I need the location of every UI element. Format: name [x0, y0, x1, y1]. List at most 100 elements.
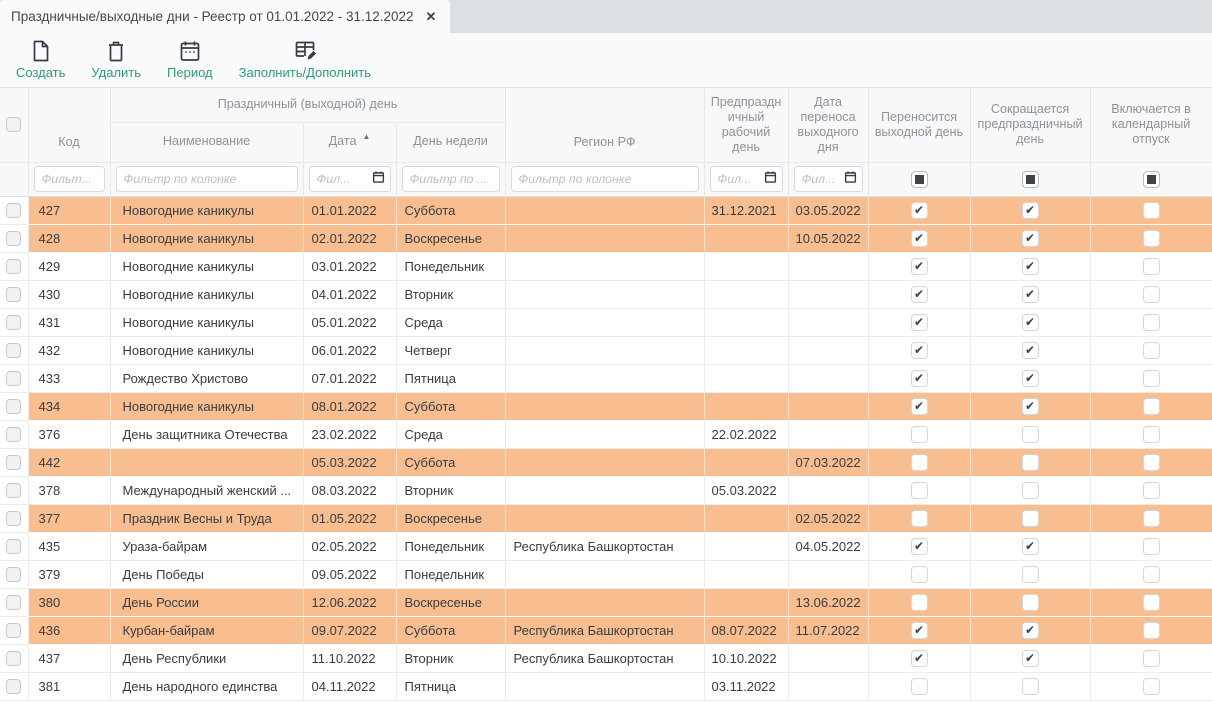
row-select-checkbox[interactable]: [6, 315, 21, 330]
bool-checkbox[interactable]: [911, 454, 928, 471]
bool-checkbox[interactable]: [1022, 594, 1039, 611]
tab-holidays-registry[interactable]: Праздничные/выходные дни - Реестр от 01.…: [0, 0, 450, 33]
bool-checkbox[interactable]: [1022, 482, 1039, 499]
table-row[interactable]: 376День защитника Отечества23.02.2022Сре…: [0, 420, 1212, 448]
column-header-moved[interactable]: Переносится выходной день: [868, 88, 970, 162]
bool-checkbox[interactable]: [1143, 202, 1160, 219]
table-row[interactable]: 435Ураза-байрам02.05.2022ПонедельникРесп…: [0, 532, 1212, 560]
bool-checkbox[interactable]: [1143, 342, 1160, 359]
bool-checkbox[interactable]: [911, 678, 928, 695]
bool-checkbox[interactable]: [1022, 258, 1039, 275]
row-select-checkbox[interactable]: [6, 259, 21, 274]
filter-shortened-checkbox[interactable]: [1022, 171, 1039, 188]
bool-checkbox[interactable]: [1022, 398, 1039, 415]
bool-checkbox[interactable]: [1022, 314, 1039, 331]
table-row[interactable]: 437День Республики11.10.2022ВторникРеспу…: [0, 644, 1212, 672]
row-select-checkbox[interactable]: [6, 539, 21, 554]
bool-checkbox[interactable]: [911, 538, 928, 555]
column-header-region[interactable]: Регион РФ: [505, 88, 704, 162]
select-all-checkbox[interactable]: [6, 117, 21, 132]
bool-checkbox[interactable]: [911, 202, 928, 219]
bool-checkbox[interactable]: [1022, 538, 1039, 555]
table-row[interactable]: 429Новогодние каникулы03.01.2022Понедель…: [0, 252, 1212, 280]
create-button[interactable]: Создать: [16, 39, 65, 80]
bool-checkbox[interactable]: [1143, 370, 1160, 387]
bool-checkbox[interactable]: [1022, 650, 1039, 667]
row-select-checkbox[interactable]: [6, 455, 21, 470]
bool-checkbox[interactable]: [911, 230, 928, 247]
bool-checkbox[interactable]: [1143, 594, 1160, 611]
bool-checkbox[interactable]: [1143, 286, 1160, 303]
row-select-checkbox[interactable]: [6, 595, 21, 610]
column-header-shortened[interactable]: Сокращается предпраздничный день: [970, 88, 1090, 162]
delete-button[interactable]: Удалить: [91, 39, 141, 80]
row-select-checkbox[interactable]: [6, 623, 21, 638]
row-select-checkbox[interactable]: [6, 483, 21, 498]
table-row[interactable]: 436Курбан-байрам09.07.2022СубботаРеспубл…: [0, 616, 1212, 644]
bool-checkbox[interactable]: [911, 398, 928, 415]
bool-checkbox[interactable]: [911, 370, 928, 387]
bool-checkbox[interactable]: [911, 650, 928, 667]
table-row[interactable]: 428Новогодние каникулы02.01.2022Воскресе…: [0, 224, 1212, 252]
column-header-date[interactable]: Дата: [303, 122, 396, 162]
bool-checkbox[interactable]: [1143, 258, 1160, 275]
bool-checkbox[interactable]: [1022, 622, 1039, 639]
bool-checkbox[interactable]: [1022, 454, 1039, 471]
bool-checkbox[interactable]: [911, 342, 928, 359]
bool-checkbox[interactable]: [911, 314, 928, 331]
bool-checkbox[interactable]: [1022, 566, 1039, 583]
filter-name-input[interactable]: [116, 166, 298, 192]
bool-checkbox[interactable]: [1022, 678, 1039, 695]
bool-checkbox[interactable]: [911, 594, 928, 611]
table-row[interactable]: 427Новогодние каникулы01.01.2022Суббота3…: [0, 196, 1212, 224]
bool-checkbox[interactable]: [1022, 426, 1039, 443]
bool-checkbox[interactable]: [1143, 482, 1160, 499]
row-select-checkbox[interactable]: [6, 231, 21, 246]
bool-checkbox[interactable]: [1143, 454, 1160, 471]
row-select-checkbox[interactable]: [6, 343, 21, 358]
column-header-vacation[interactable]: Включается в календарный отпуск: [1090, 88, 1212, 162]
table-row[interactable]: 44205.03.2022Суббота07.03.2022: [0, 448, 1212, 476]
bool-checkbox[interactable]: [911, 482, 928, 499]
bool-checkbox[interactable]: [1022, 510, 1039, 527]
bool-checkbox[interactable]: [1143, 538, 1160, 555]
table-row[interactable]: 430Новогодние каникулы04.01.2022Вторник: [0, 280, 1212, 308]
filter-date-input[interactable]: [309, 166, 391, 192]
table-row[interactable]: 434Новогодние каникулы08.01.2022Суббота: [0, 392, 1212, 420]
bool-checkbox[interactable]: [1143, 426, 1160, 443]
column-header-code[interactable]: Код: [28, 88, 110, 162]
bool-checkbox[interactable]: [1143, 230, 1160, 247]
bool-checkbox[interactable]: [1143, 622, 1160, 639]
column-header-pre-holiday[interactable]: Предпраздничный рабочий день: [704, 88, 788, 162]
column-header-name[interactable]: Наименование: [110, 122, 303, 162]
bool-checkbox[interactable]: [1143, 510, 1160, 527]
bool-checkbox[interactable]: [1143, 678, 1160, 695]
bool-checkbox[interactable]: [1022, 342, 1039, 359]
period-button[interactable]: Период: [167, 39, 213, 80]
bool-checkbox[interactable]: [1143, 566, 1160, 583]
filter-weekday-input[interactable]: [402, 166, 500, 192]
bool-checkbox[interactable]: [1022, 202, 1039, 219]
column-header-weekday[interactable]: День недели: [396, 122, 505, 162]
row-select-checkbox[interactable]: [6, 287, 21, 302]
table-row[interactable]: 378Международный женский ...08.03.2022Вт…: [0, 476, 1212, 504]
bool-checkbox[interactable]: [1022, 370, 1039, 387]
fill-append-button[interactable]: Заполнить/Дополнить: [239, 39, 371, 80]
filter-vacation-checkbox[interactable]: [1143, 171, 1160, 188]
table-row[interactable]: 380День России12.06.2022Воскресенье13.06…: [0, 588, 1212, 616]
bool-checkbox[interactable]: [911, 258, 928, 275]
filter-moved-checkbox[interactable]: [911, 171, 928, 188]
table-row[interactable]: 381День народного единства04.11.2022Пятн…: [0, 672, 1212, 700]
row-select-checkbox[interactable]: [6, 203, 21, 218]
row-select-checkbox[interactable]: [6, 427, 21, 442]
row-select-checkbox[interactable]: [6, 399, 21, 414]
close-icon[interactable]: ✕: [426, 9, 437, 25]
row-select-checkbox[interactable]: [6, 371, 21, 386]
row-select-checkbox[interactable]: [6, 651, 21, 666]
bool-checkbox[interactable]: [1143, 314, 1160, 331]
filter-transfer-date-input[interactable]: [794, 166, 863, 192]
table-row[interactable]: 379День Победы09.05.2022Понедельник: [0, 560, 1212, 588]
table-row[interactable]: 431Новогодние каникулы05.01.2022Среда: [0, 308, 1212, 336]
bool-checkbox[interactable]: [1022, 230, 1039, 247]
bool-checkbox[interactable]: [1143, 398, 1160, 415]
